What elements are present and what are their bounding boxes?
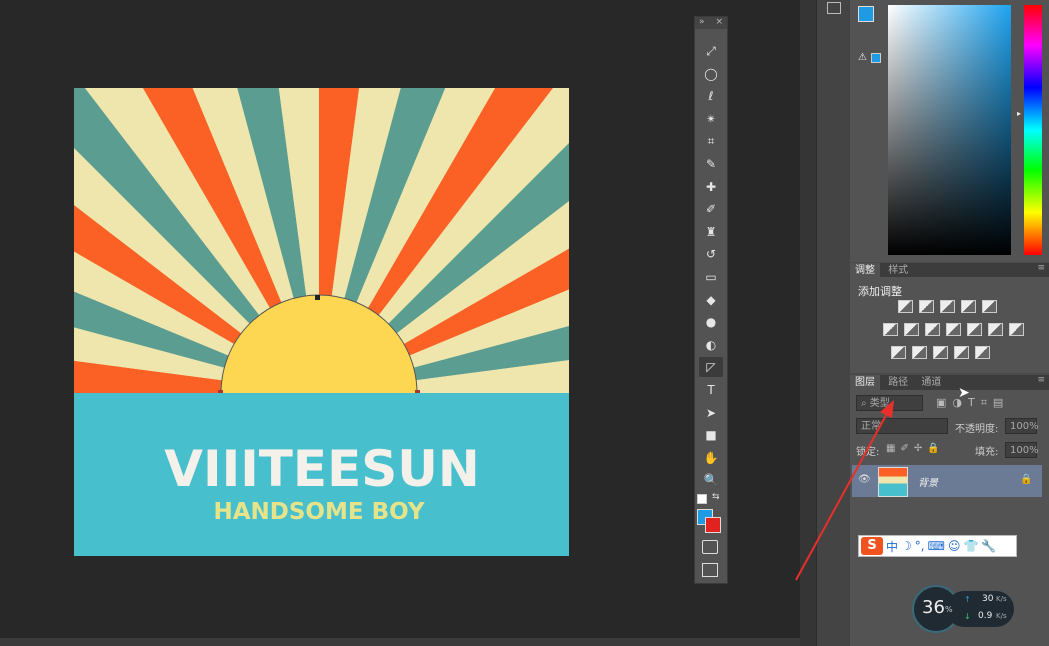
settings-wrench-icon[interactable]: 🔧 bbox=[981, 539, 996, 553]
hue-slider-marker[interactable]: ▸ bbox=[1017, 109, 1021, 118]
zoom-tool-icon[interactable]: 🔍 bbox=[699, 470, 723, 490]
quick-mask-icon[interactable] bbox=[702, 540, 718, 554]
download-arrow-icon: ↓ bbox=[964, 612, 971, 621]
layers-tabbar: 图层 路径 通道 ≡ bbox=[850, 375, 1049, 390]
anchor-point-top[interactable] bbox=[315, 295, 320, 300]
screen-mode-icon[interactable] bbox=[702, 563, 718, 577]
download-unit: K/s bbox=[996, 612, 1007, 620]
adjustment-icon-10[interactable] bbox=[988, 323, 1003, 336]
keyboard-icon[interactable]: ⌨ bbox=[928, 539, 945, 553]
tab-adjustments[interactable]: 调整 bbox=[850, 263, 880, 278]
history-panel-icon[interactable] bbox=[827, 2, 841, 14]
tab-paths[interactable]: 路径 bbox=[883, 375, 913, 390]
lasso-tool-icon[interactable]: ℓ bbox=[699, 86, 723, 106]
adjustment-icon-5[interactable] bbox=[883, 323, 898, 336]
rectangle-tool-icon[interactable]: ■ bbox=[699, 425, 723, 445]
adjustment-icon-1[interactable] bbox=[919, 300, 934, 313]
healing-brush-tool-icon[interactable]: ✚ bbox=[699, 177, 723, 197]
artwork-svg: VIIITEESUN HANDSOME BOY bbox=[74, 88, 569, 556]
history-brush-tool-icon[interactable]: ↺ bbox=[699, 244, 723, 264]
document-canvas[interactable]: VIIITEESUN HANDSOME BOY bbox=[74, 88, 569, 556]
upload-arrow-icon: ↑ bbox=[964, 595, 971, 604]
pen-tool-icon[interactable]: ◸ bbox=[699, 357, 723, 378]
adjustment-icon-0[interactable] bbox=[898, 300, 913, 313]
mouse-cursor-icon: ➤ bbox=[958, 385, 970, 401]
fill-label: 填充: bbox=[975, 447, 999, 458]
marquee-tool-icon[interactable]: ◯ bbox=[699, 64, 723, 84]
upload-speed: 30 bbox=[982, 594, 994, 604]
path-selection-tool-icon[interactable]: ➤ bbox=[699, 403, 723, 423]
clone-stamp-tool-icon[interactable]: ♜ bbox=[699, 222, 723, 242]
adjustment-icon-3[interactable] bbox=[961, 300, 976, 313]
layers-menu-icon[interactable]: ≡ bbox=[1037, 375, 1045, 385]
eyedropper-tool-icon[interactable]: ✎ bbox=[699, 154, 723, 174]
adjustment-icon-13[interactable] bbox=[912, 346, 927, 359]
color-field[interactable] bbox=[888, 5, 1011, 255]
layer-filter-icons[interactable]: ▣◑T⌗▤ bbox=[936, 396, 1009, 410]
type-tool-icon[interactable]: T bbox=[699, 380, 723, 400]
color-foreground-swatch[interactable] bbox=[858, 6, 874, 22]
gamut-warning-icon[interactable]: ⚠ bbox=[858, 52, 867, 63]
adjustments-panel: 添加调整 bbox=[850, 277, 1049, 373]
dodge-tool-icon[interactable]: ◐ bbox=[699, 335, 723, 355]
swap-colors-icon[interactable]: ⇆ bbox=[712, 492, 720, 502]
tab-styles[interactable]: 样式 bbox=[883, 263, 913, 278]
canvas-title-text: VIIITEESUN bbox=[164, 440, 479, 498]
paint-bucket-tool-icon[interactable]: ◆ bbox=[699, 290, 723, 310]
opacity-label: 不透明度: bbox=[955, 424, 999, 435]
fill-input[interactable]: 100% bbox=[1005, 442, 1039, 458]
canvas-subtitle-text: HANDSOME BOY bbox=[213, 499, 424, 525]
adjustment-icon-11[interactable] bbox=[1009, 323, 1024, 336]
web-safe-swatch[interactable] bbox=[871, 53, 881, 63]
default-colors-icon[interactable] bbox=[697, 494, 707, 504]
panel-menu-icon[interactable]: ≡ bbox=[1037, 263, 1045, 273]
lock-icon: 🔒 bbox=[1020, 474, 1033, 485]
adjustment-icon-14[interactable] bbox=[933, 346, 948, 359]
hand-tool-icon[interactable]: ✋ bbox=[699, 448, 723, 468]
collapse-icon[interactable]: » bbox=[699, 17, 705, 29]
tab-channels[interactable]: 通道 bbox=[916, 375, 946, 390]
add-adjustment-heading: 添加调整 bbox=[858, 285, 902, 298]
tab-layers[interactable]: 图层 bbox=[850, 375, 880, 390]
adjustment-icon-2[interactable] bbox=[940, 300, 955, 313]
download-speed: 0.9 bbox=[978, 611, 993, 621]
fill-value: 100% bbox=[1010, 445, 1039, 456]
status-bar bbox=[0, 638, 800, 646]
adjustment-icon-7[interactable] bbox=[925, 323, 940, 336]
opacity-input[interactable]: 100% bbox=[1005, 418, 1039, 434]
adjustment-icon-9[interactable] bbox=[967, 323, 982, 336]
tools-panel-header: » × bbox=[695, 17, 727, 29]
adjustment-icon-4[interactable] bbox=[982, 300, 997, 313]
skin-icon[interactable]: 👕 bbox=[963, 539, 978, 553]
adjustment-icon-15[interactable] bbox=[954, 346, 969, 359]
layer-name[interactable]: 背景 bbox=[918, 474, 938, 489]
adjustments-tabbar: 调整 样式 ≡ bbox=[850, 263, 1049, 278]
magic-wand-tool-icon[interactable]: ✴ bbox=[699, 109, 723, 129]
crop-tool-icon[interactable]: ⌗ bbox=[699, 131, 723, 151]
close-icon[interactable]: × bbox=[715, 17, 723, 29]
move-tool-icon[interactable]: ⤢ bbox=[699, 41, 723, 61]
opacity-value: 100% bbox=[1010, 421, 1039, 432]
ime-item-punctuation[interactable]: °, bbox=[915, 539, 925, 553]
annotation-arrow bbox=[795, 400, 894, 581]
usage-percent-unit: % bbox=[945, 605, 953, 614]
brush-tool-icon[interactable]: ✐ bbox=[699, 199, 723, 219]
ime-item-face[interactable]: ☺ bbox=[948, 539, 961, 553]
background-color-swatch[interactable] bbox=[705, 517, 721, 533]
network-monitor-widget[interactable]: 36 % ↑ 30 K/s ↓ 0.9 K/s bbox=[912, 585, 1014, 633]
adjustment-icon-12[interactable] bbox=[891, 346, 906, 359]
adjustment-icon-8[interactable] bbox=[946, 323, 961, 336]
usage-percent: 36 bbox=[922, 597, 945, 618]
adjustment-icon-16[interactable] bbox=[975, 346, 990, 359]
adjustment-icon-6[interactable] bbox=[904, 323, 919, 336]
blur-tool-icon[interactable]: ● bbox=[699, 312, 723, 332]
eraser-tool-icon[interactable]: ▭ bbox=[699, 267, 723, 287]
hue-slider[interactable] bbox=[1024, 5, 1042, 255]
upload-unit: K/s bbox=[996, 595, 1007, 603]
